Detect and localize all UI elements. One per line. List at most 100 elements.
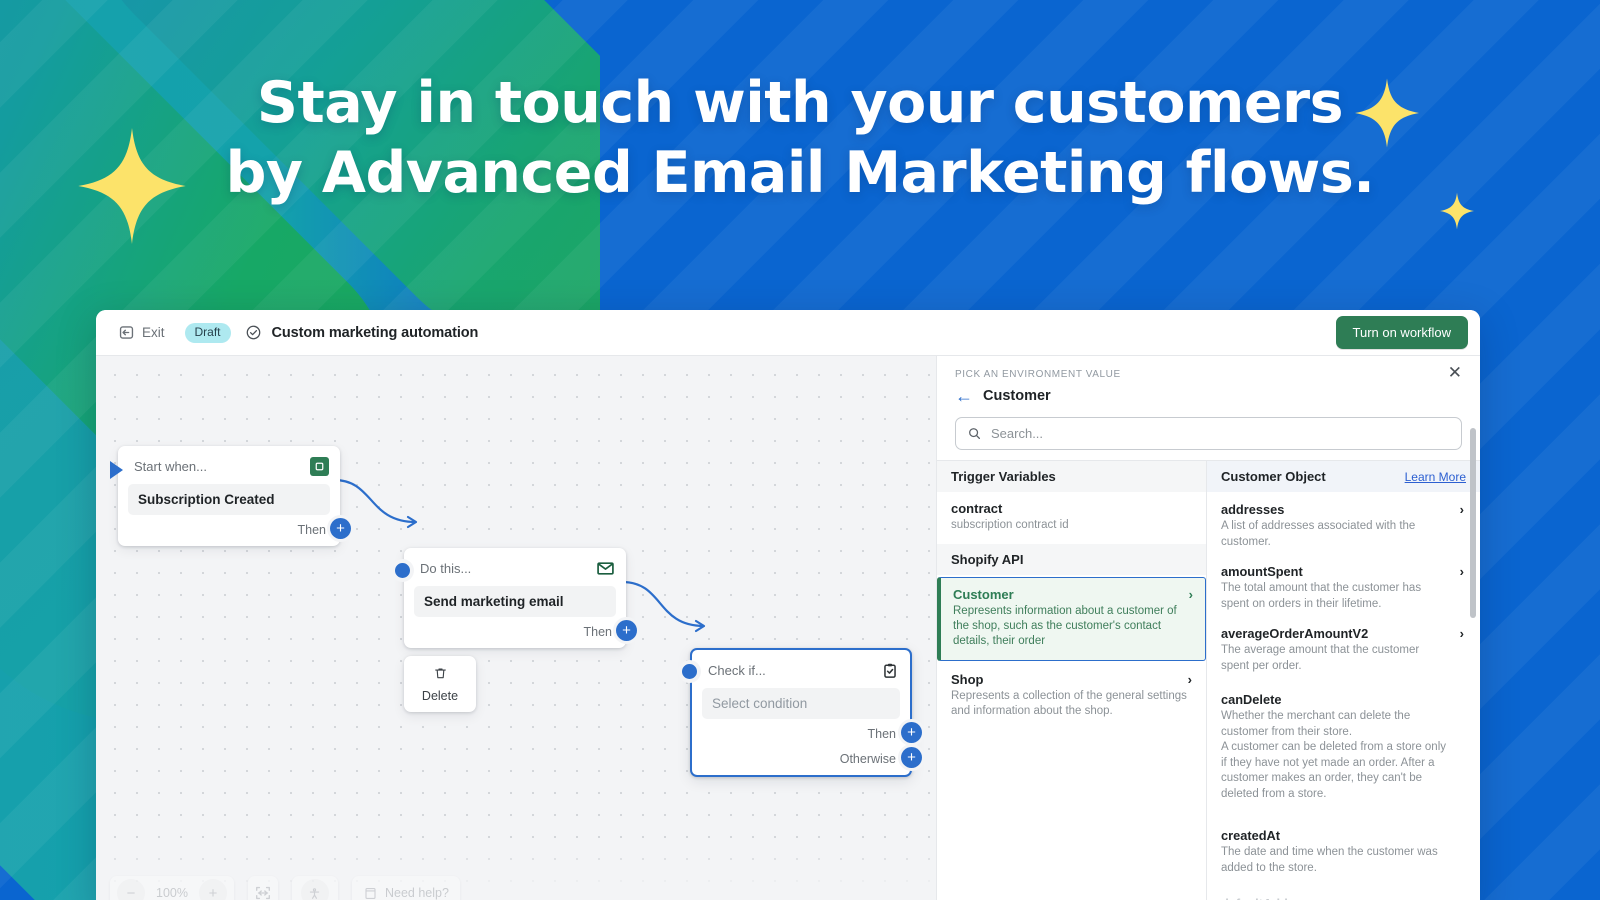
drawer-header: PICK AN ENVIRONMENT VALUE ✕ ← Customer [937,356,1480,405]
addresses-name: addresses [1221,502,1285,517]
property-averageOrderAmountV2[interactable]: averageOrderAmountV2 › The average amoun… [1207,616,1480,678]
add-step-button-trigger[interactable]: + [330,518,351,539]
zoom-in-button[interactable]: + [198,879,227,900]
drawer-title-row: ← Customer [955,387,1462,405]
need-help-button[interactable]: Need help? [351,876,460,900]
chevron-right-icon: › [1459,502,1464,517]
drawer-title: Customer [983,388,1051,404]
chevron-right-icon: › [1187,672,1192,687]
averageorder-name: averageOrderAmountV2 [1221,626,1369,641]
node-trigger-value[interactable]: Subscription Created [128,484,330,515]
variable-source-list[interactable]: Trigger Variables contract subscription … [937,461,1207,900]
node-action-header: Do this... [404,548,626,586]
search-box[interactable] [955,417,1462,450]
node-trigger-head-label: Start when... [134,459,207,474]
node-action-footer: Then + [404,617,637,648]
drawer-search-wrap [937,405,1480,460]
fit-to-screen-icon [256,886,270,900]
action-input-dot [395,563,410,578]
app-body: Start when... Subscription Created Then … [96,356,1480,900]
amountspent-row: amountSpent › [1221,564,1464,579]
condition-then-label: Then [867,727,897,741]
exit-button[interactable]: Exit [112,320,171,345]
trigger-icon [310,457,329,476]
node-trigger[interactable]: Start when... Subscription Created Then … [110,446,351,546]
shop-title: Shop [951,672,984,687]
drawer-kicker: PICK AN ENVIRONMENT VALUE [955,369,1121,380]
list-item-customer[interactable]: Customer › Represents information about … [937,577,1206,661]
shop-desc: Represents a collection of the general s… [951,690,1187,717]
property-canDelete[interactable]: canDelete Whether the merchant can delet… [1207,678,1480,806]
node-trigger-header: Start when... [118,446,340,484]
candelete-desc: Whether the merchant can delete the cust… [1221,710,1447,800]
shop-row: Shop › [951,672,1192,687]
condition-otherwise-label: Otherwise [839,752,896,766]
headline-line-1: Stay in touch with your customers [256,70,1344,136]
chevron-right-icon: › [1459,626,1464,641]
createdat-desc: The date and time when the customer was … [1221,846,1438,874]
node-condition-header: Check if... [692,650,910,688]
list-item-contract[interactable]: contract subscription contract id [937,492,1206,544]
status-badge: Draft [184,322,231,343]
environment-value-drawer: PICK AN ENVIRONMENT VALUE ✕ ← Customer S… [936,356,1480,900]
condition-input-dot [682,664,697,679]
learn-more-link[interactable]: Learn More [1405,470,1466,484]
zoom-level: 100% [156,886,188,900]
addresses-row: addresses › [1221,502,1464,517]
node-condition[interactable]: Check if... Select condition Then + Othe… [682,648,922,777]
node-action[interactable]: Do this... Send marketing email Then + [395,548,637,648]
amountspent-name: amountSpent [1221,564,1303,579]
add-step-button-action[interactable]: + [616,620,637,641]
node-condition-footer-then: Then + [692,719,922,750]
need-help-label: Need help? [384,886,449,900]
trigger-input-marker [110,461,123,479]
node-condition-footer-otherwise: Otherwise + [692,747,922,775]
customer-object-title: Customer Object [1221,469,1326,484]
zoom-controls: − 100% + [110,876,234,900]
accessibility-control[interactable] [291,876,338,900]
averageorder-row: averageOrderAmountV2 › [1221,626,1464,641]
property-defaultAddress[interactable]: defaultAddress › [1207,880,1480,900]
envelope-icon [596,559,615,578]
clipboard-check-icon [880,661,899,680]
delete-card[interactable]: Delete [404,656,476,712]
trash-icon [434,668,446,679]
chevron-right-icon: › [1188,587,1193,602]
property-amountSpent[interactable]: amountSpent › The total amount that the … [1207,554,1480,616]
section-trigger-variables: Trigger Variables [937,461,1206,492]
add-step-button-otherwise[interactable]: + [901,747,922,768]
close-icon[interactable]: ✕ [1444,360,1466,385]
customer-object-header: Customer Object Learn More [1207,461,1480,492]
fit-view-control[interactable] [247,876,278,900]
node-trigger-footer: Then + [118,515,351,546]
averageorder-desc: The average amount that the customer spe… [1221,644,1420,672]
contract-row: contract [951,501,1192,516]
createdat-name: createdAt [1221,828,1281,843]
exit-label: Exit [142,325,165,340]
search-input[interactable] [991,426,1450,441]
arrow-left-icon[interactable]: ← [955,387,973,405]
workflow-canvas[interactable]: Start when... Subscription Created Then … [96,356,936,900]
page-title: Custom marketing automation [271,324,479,341]
customer-desc: Represents information about a customer … [953,605,1177,647]
property-addresses[interactable]: addresses › A list of addresses associat… [1207,492,1480,554]
addresses-desc: A list of addresses associated with the … [1221,520,1416,548]
zoom-out-button[interactable]: − [117,879,145,900]
drawer-scrollbar[interactable] [1470,428,1476,618]
node-action-value[interactable]: Send marketing email [414,586,616,617]
customer-object-properties[interactable]: Customer Object Learn More addresses › A… [1207,461,1480,900]
accessibility-icon[interactable] [300,879,329,900]
property-createdAt[interactable]: createdAt The date and time when the cus… [1207,806,1480,880]
app-topbar: Exit Draft Custom marketing automation T… [96,310,1480,356]
list-item-shop[interactable]: Shop › Represents a collection of the ge… [937,663,1206,730]
book-icon [365,887,376,899]
node-action-head-label: Do this... [420,561,472,576]
createdat-row: createdAt [1221,828,1464,843]
turn-on-workflow-button[interactable]: Turn on workflow [1335,316,1468,349]
section-shopify-api: Shopify API [937,544,1206,575]
condition-select[interactable]: Select condition [702,688,900,719]
canvas-toolbar: − 100% + Need help? [110,876,460,900]
add-step-button-then[interactable]: + [901,722,922,743]
chevron-right-icon: › [1450,896,1464,900]
candelete-name: canDelete [1221,692,1282,707]
